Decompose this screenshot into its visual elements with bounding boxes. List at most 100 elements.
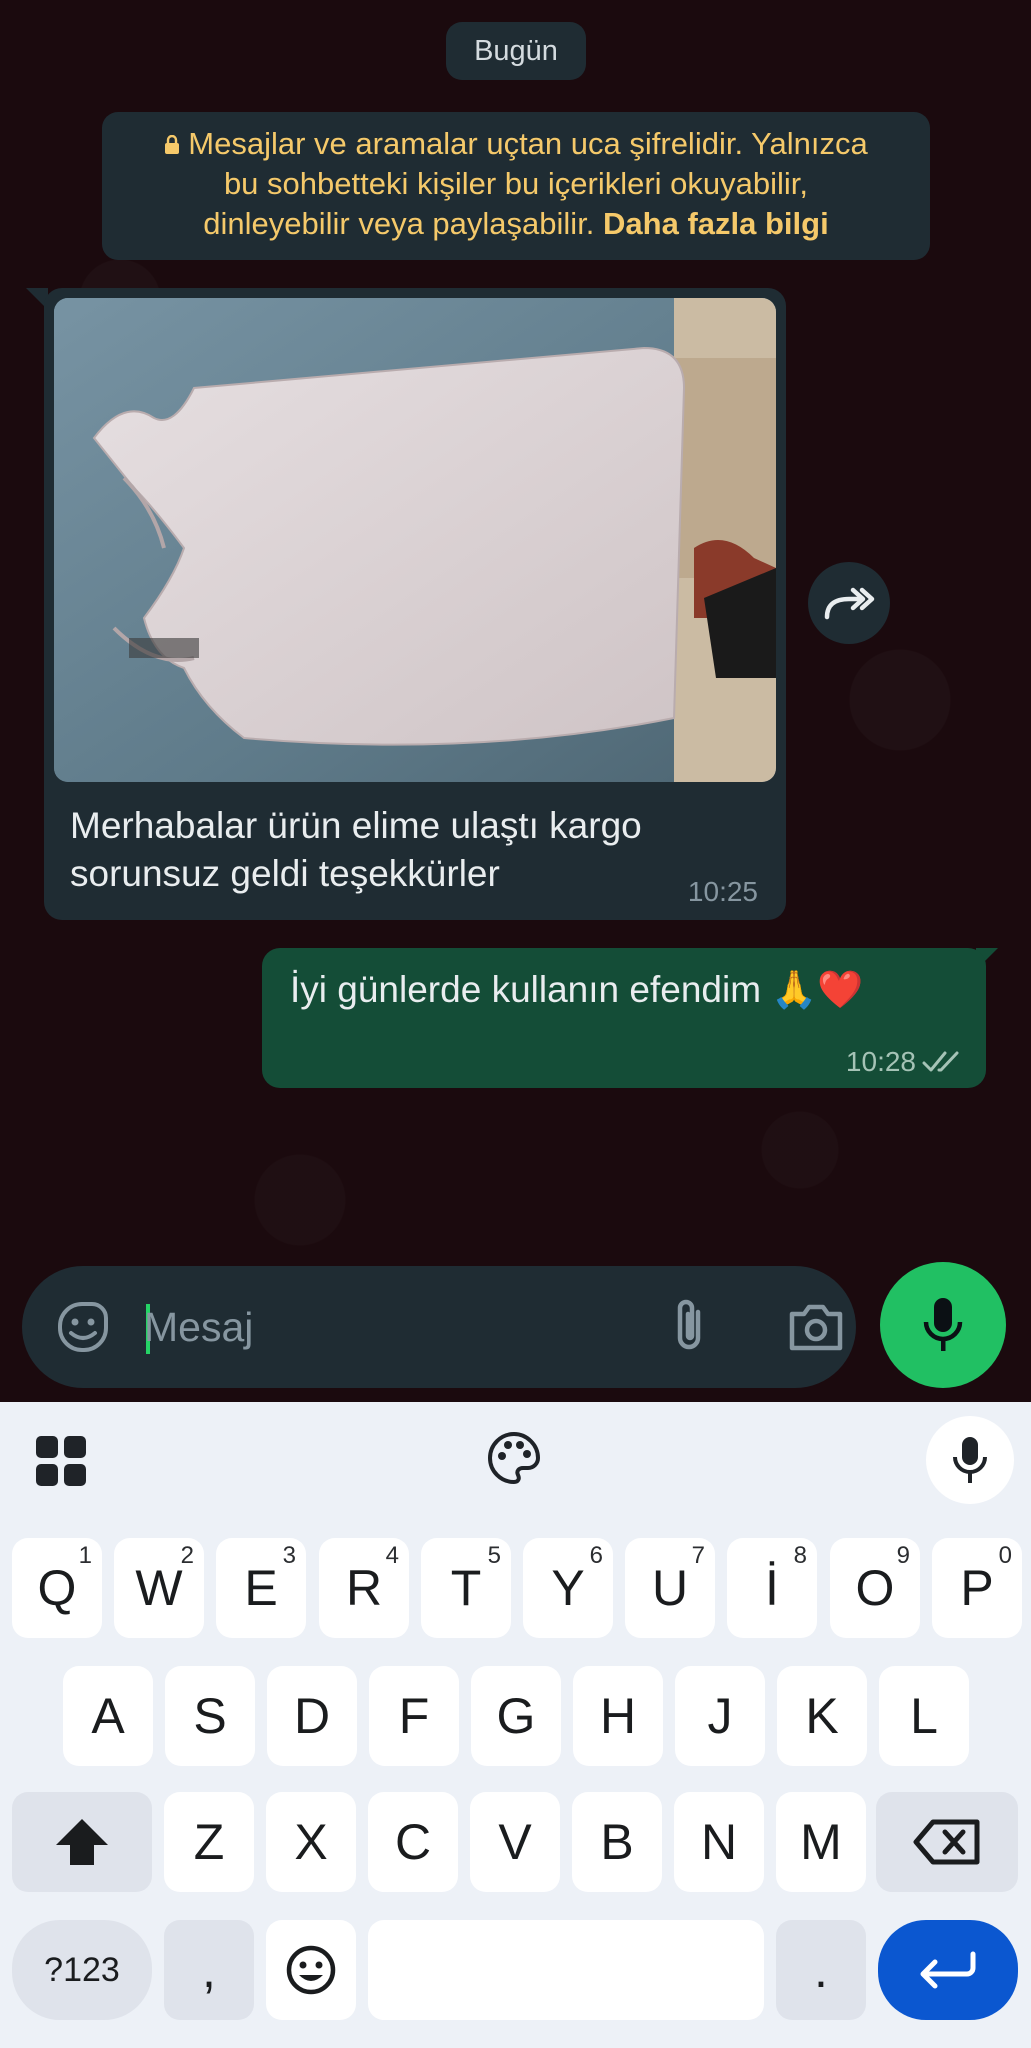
incoming-caption: Merhabalar ürün elime ulaştı kargo sorun… xyxy=(70,802,750,898)
palette-icon[interactable] xyxy=(486,1430,542,1486)
key-number-hint: 1 xyxy=(78,1542,92,1569)
key-number-hint: 4 xyxy=(385,1542,399,1569)
key-label: D xyxy=(293,1688,331,1744)
key-h[interactable]: H xyxy=(573,1666,663,1766)
incoming-message[interactable]: Merhabalar ürün elime ulaştı kargo sorun… xyxy=(44,288,786,920)
key-number-hint: 9 xyxy=(896,1542,910,1569)
outgoing-timestamp: 10:28 xyxy=(845,1046,916,1077)
key-c[interactable]: C xyxy=(368,1792,458,1892)
shift-arrow-icon xyxy=(56,1819,108,1865)
message-composer[interactable] xyxy=(22,1266,856,1388)
key-q[interactable]: Q1 xyxy=(12,1538,102,1638)
chat-area[interactable]: Bugün Mesajlar ve aramalar uçtan uca şif… xyxy=(0,0,1031,1402)
key-g[interactable]: G xyxy=(471,1666,561,1766)
voice-message-button[interactable] xyxy=(880,1262,1006,1388)
key-w[interactable]: W2 xyxy=(114,1538,204,1638)
key-k[interactable]: K xyxy=(777,1666,867,1766)
key-label: M xyxy=(800,1814,842,1870)
symbols-key[interactable]: ?123 xyxy=(12,1920,152,2020)
key-p[interactable]: P0 xyxy=(932,1538,1022,1638)
emoji-key[interactable] xyxy=(266,1920,356,2020)
encryption-notice[interactable]: Mesajlar ve aramalar uçtan uca şifrelidi… xyxy=(102,112,930,260)
key-s[interactable]: S xyxy=(165,1666,255,1766)
caption-line-1: Merhabalar ürün elime ulaştı kargo xyxy=(70,805,642,846)
key-label: C xyxy=(394,1814,432,1870)
notice-line-3: dinleyebilir veya paylaşabilir. xyxy=(203,206,595,241)
key-label: S xyxy=(193,1688,227,1744)
notice-line-2: bu sohbetteki kişiler bu içerikleri okuy… xyxy=(223,166,809,201)
on-screen-keyboard[interactable]: ?123 , . Q1W2E3R4T5Y6U7İ8O9P0ASDFGHJKLZX… xyxy=(0,1402,1031,2048)
learn-more-link[interactable]: Daha fazla bilgi xyxy=(603,206,829,241)
key-label: U xyxy=(651,1560,689,1616)
outgoing-meta: 10:28 xyxy=(846,1046,964,1078)
key-f[interactable]: F xyxy=(369,1666,459,1766)
key-r[interactable]: R4 xyxy=(319,1538,409,1638)
key-label: V xyxy=(498,1814,532,1870)
enter-arrow-icon xyxy=(920,1951,976,1989)
key-j[interactable]: J xyxy=(675,1666,765,1766)
key-a[interactable]: A xyxy=(63,1666,153,1766)
key-label: Q xyxy=(37,1560,77,1616)
notice-line-1: Mesajlar ve aramalar uçtan uca şifrelidi… xyxy=(188,126,868,161)
key-number-hint: 0 xyxy=(998,1542,1012,1569)
backspace-key[interactable] xyxy=(876,1792,1018,1892)
key-label: X xyxy=(294,1814,328,1870)
key-e[interactable]: E3 xyxy=(216,1538,306,1638)
key-label: E xyxy=(244,1560,278,1616)
apps-grid-icon[interactable] xyxy=(34,1434,88,1488)
key-label: O xyxy=(855,1560,895,1616)
key-x[interactable]: X xyxy=(266,1792,356,1892)
key-number-hint: 8 xyxy=(793,1542,807,1569)
period-key[interactable]: . xyxy=(776,1920,866,2020)
microphone-icon xyxy=(923,1298,963,1351)
key-label: T xyxy=(450,1560,482,1616)
key-y[interactable]: Y6 xyxy=(523,1538,613,1638)
enter-key[interactable] xyxy=(878,1920,1018,2020)
backspace-icon xyxy=(913,1819,980,1865)
forward-button[interactable] xyxy=(808,562,890,644)
space-key[interactable] xyxy=(368,1920,764,2020)
outgoing-text: İyi günlerde kullanın efendim 🙏❤️ xyxy=(290,969,864,1010)
key-label: W xyxy=(135,1560,183,1616)
forward-icon xyxy=(824,587,875,620)
comma-key[interactable]: , xyxy=(164,1920,254,2020)
key-label: F xyxy=(398,1688,430,1744)
incoming-timestamp: 10:25 xyxy=(687,876,758,907)
key-i̇[interactable]: İ8 xyxy=(727,1538,817,1638)
key-number-hint: 5 xyxy=(487,1542,501,1569)
shift-key[interactable] xyxy=(12,1792,152,1892)
emoji-icon xyxy=(286,1945,336,1995)
paperclip-icon[interactable] xyxy=(662,1296,718,1358)
key-label: İ xyxy=(765,1560,779,1616)
key-label: L xyxy=(910,1688,938,1744)
key-l[interactable]: L xyxy=(879,1666,969,1766)
double-check-icon xyxy=(922,1051,959,1072)
key-label: Z xyxy=(193,1814,225,1870)
key-number-hint: 2 xyxy=(180,1542,194,1569)
key-label: J xyxy=(707,1688,733,1744)
key-z[interactable]: Z xyxy=(164,1792,254,1892)
key-number-hint: 3 xyxy=(282,1542,296,1569)
key-b[interactable]: B xyxy=(572,1792,662,1892)
key-o[interactable]: O9 xyxy=(830,1538,920,1638)
key-t[interactable]: T5 xyxy=(421,1538,511,1638)
message-photo[interactable] xyxy=(54,298,776,782)
tank-top-photo xyxy=(54,298,776,782)
key-v[interactable]: V xyxy=(470,1792,560,1892)
key-label: Y xyxy=(551,1560,585,1616)
outgoing-message[interactable]: İyi günlerde kullanın efendim 🙏❤️ 10:28 xyxy=(262,948,986,1088)
voice-typing-button[interactable] xyxy=(926,1416,1014,1504)
key-label: A xyxy=(91,1688,125,1744)
key-d[interactable]: D xyxy=(267,1666,357,1766)
sticker-icon[interactable] xyxy=(54,1298,112,1356)
date-chip: Bugün xyxy=(446,22,586,80)
message-input[interactable] xyxy=(144,1292,624,1362)
key-label: N xyxy=(700,1814,738,1870)
key-u[interactable]: U7 xyxy=(625,1538,715,1638)
key-m[interactable]: M xyxy=(776,1792,866,1892)
key-n[interactable]: N xyxy=(674,1792,764,1892)
key-label: H xyxy=(599,1688,637,1744)
key-label: K xyxy=(805,1688,839,1744)
camera-icon[interactable] xyxy=(786,1300,846,1354)
key-label: B xyxy=(600,1814,634,1870)
